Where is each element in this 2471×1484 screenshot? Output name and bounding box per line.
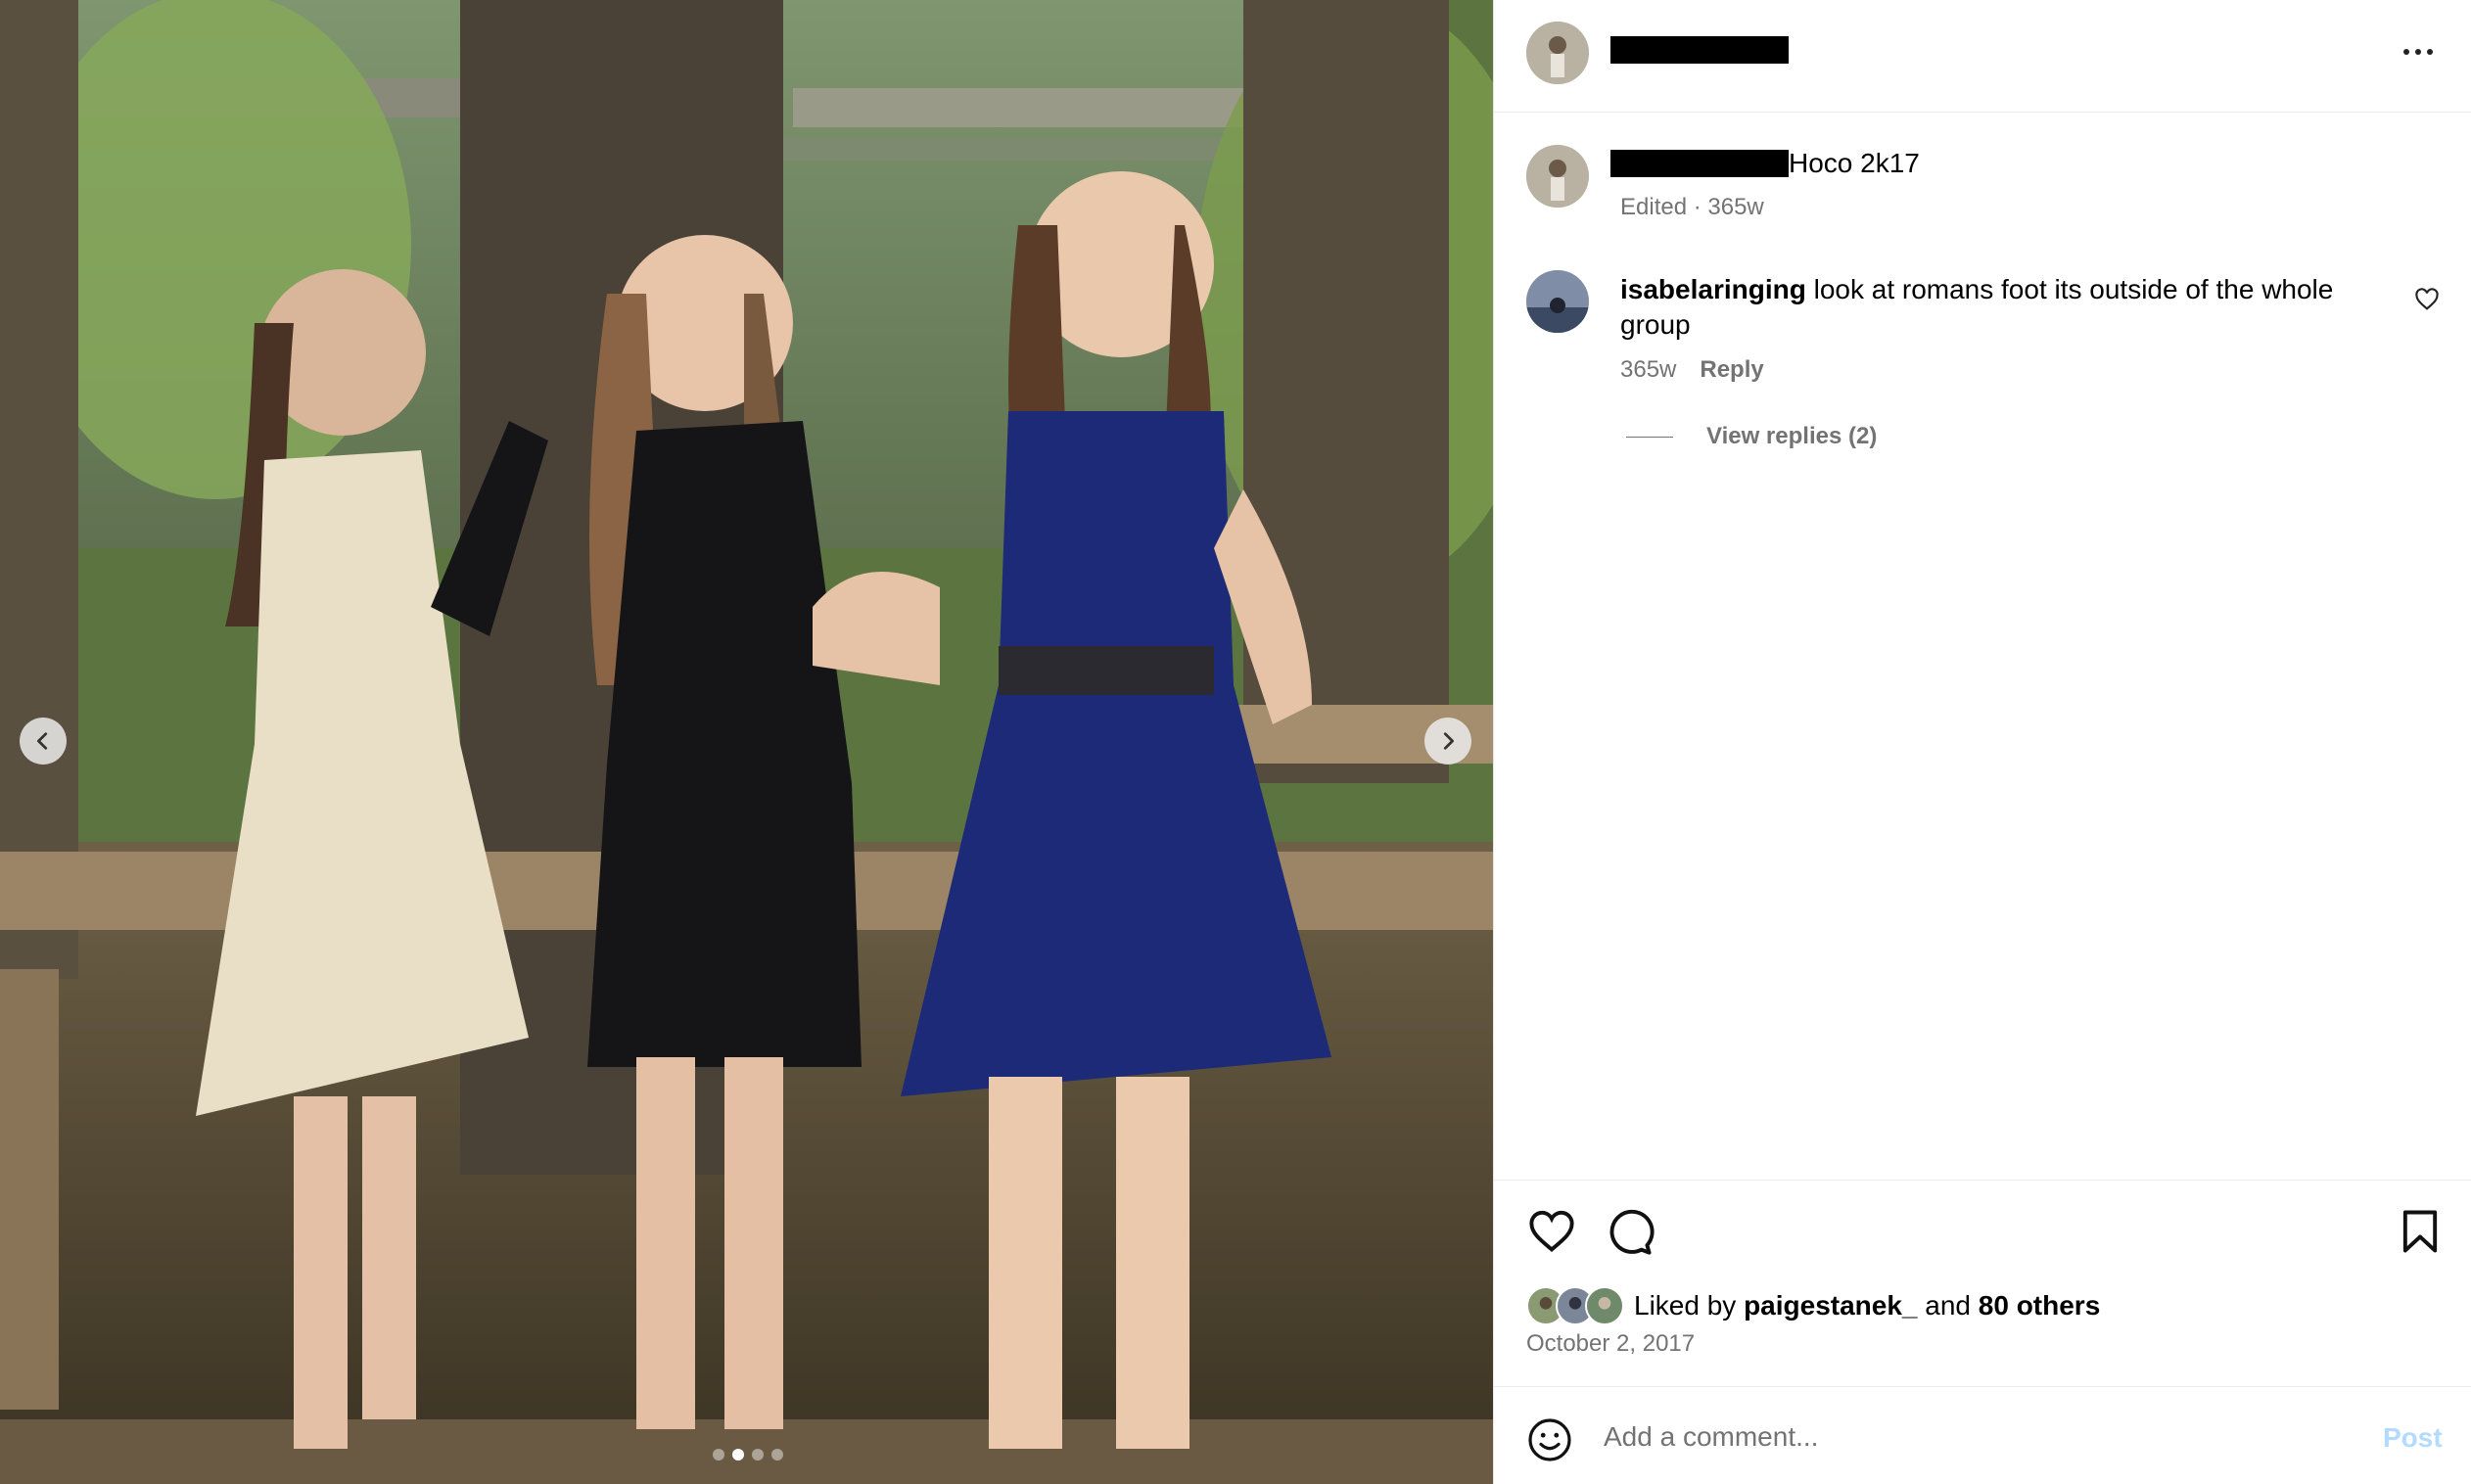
caption-line: Hoco 2k17 [1610, 148, 1920, 179]
post-photo [0, 0, 1493, 1484]
carousel-dot [752, 1449, 764, 1461]
chevron-left-icon [37, 732, 48, 750]
chevron-right-icon [1443, 732, 1454, 750]
carousel-indicator [713, 1449, 783, 1461]
author-avatar[interactable] [1526, 22, 1589, 84]
save-button[interactable] [2395, 1206, 2446, 1257]
likes-summary: Liked by paigestanek_ and 80 others [1526, 1286, 2100, 1325]
liker-username[interactable]: paigestanek_ [1744, 1290, 1917, 1322]
post-date[interactable]: October 2, 2017 [1526, 1330, 1695, 1358]
heart-icon [1529, 1210, 1574, 1252]
previous-photo-button[interactable] [20, 718, 67, 765]
comment-icon [1609, 1209, 1655, 1255]
post-actions: Liked by paigestanek_ and 80 others Octo… [1494, 1180, 2471, 1386]
post-details-panel: Hoco 2k17 Edited · 365w isabelaringing l… [1493, 0, 2471, 1484]
comment-meta: 365w Reply [1620, 356, 1764, 384]
comment-input[interactable] [1604, 1413, 2338, 1461]
liker-avatar [1585, 1286, 1624, 1325]
likes-others-link[interactable]: 80 others [1979, 1290, 2101, 1322]
emoji-icon[interactable] [1526, 1416, 1573, 1463]
commenter-avatar[interactable] [1526, 270, 1589, 333]
reply-button[interactable]: Reply [1700, 356, 1763, 384]
carousel-dot [771, 1449, 783, 1461]
more-options-button[interactable] [2395, 37, 2442, 67]
more-dot [2415, 49, 2421, 55]
heart-icon[interactable] [2413, 286, 2441, 313]
author-username-redacted[interactable] [1610, 36, 1789, 64]
caption-username-redacted[interactable] [1610, 150, 1789, 177]
replies-divider [1626, 436, 1673, 438]
caption-meta: Edited · 365w [1620, 194, 1764, 220]
more-dot [2427, 49, 2433, 55]
carousel-dot [713, 1449, 724, 1461]
comment-body: isabelaringing look at romans foot its o… [1620, 272, 2384, 343]
bookmark-icon [2402, 1210, 2438, 1253]
view-replies-button[interactable]: View replies (2) [1626, 423, 1877, 450]
likes-joiner: and [1925, 1290, 1971, 1321]
caption-text: Hoco 2k17 [1789, 148, 1920, 178]
view-replies-label: View replies (2) [1706, 423, 1878, 449]
post-media [0, 0, 1493, 1484]
comment-time: 365w [1620, 356, 1677, 383]
comment-button[interactable] [1604, 1206, 1655, 1257]
likes-prefix: Liked by [1634, 1290, 1737, 1321]
caption-author-avatar[interactable] [1526, 145, 1589, 208]
add-comment-bar: Post [1494, 1386, 2471, 1484]
more-options-icon [2403, 49, 2409, 55]
commenter-username[interactable]: isabelaringing [1620, 274, 1806, 304]
liker-avatars [1526, 1286, 1624, 1325]
next-photo-button[interactable] [1424, 718, 1471, 765]
like-button[interactable] [1526, 1206, 1577, 1257]
post-header [1494, 0, 2471, 113]
post-comment-button[interactable]: Post [2383, 1422, 2443, 1454]
carousel-dot-active [732, 1449, 744, 1461]
